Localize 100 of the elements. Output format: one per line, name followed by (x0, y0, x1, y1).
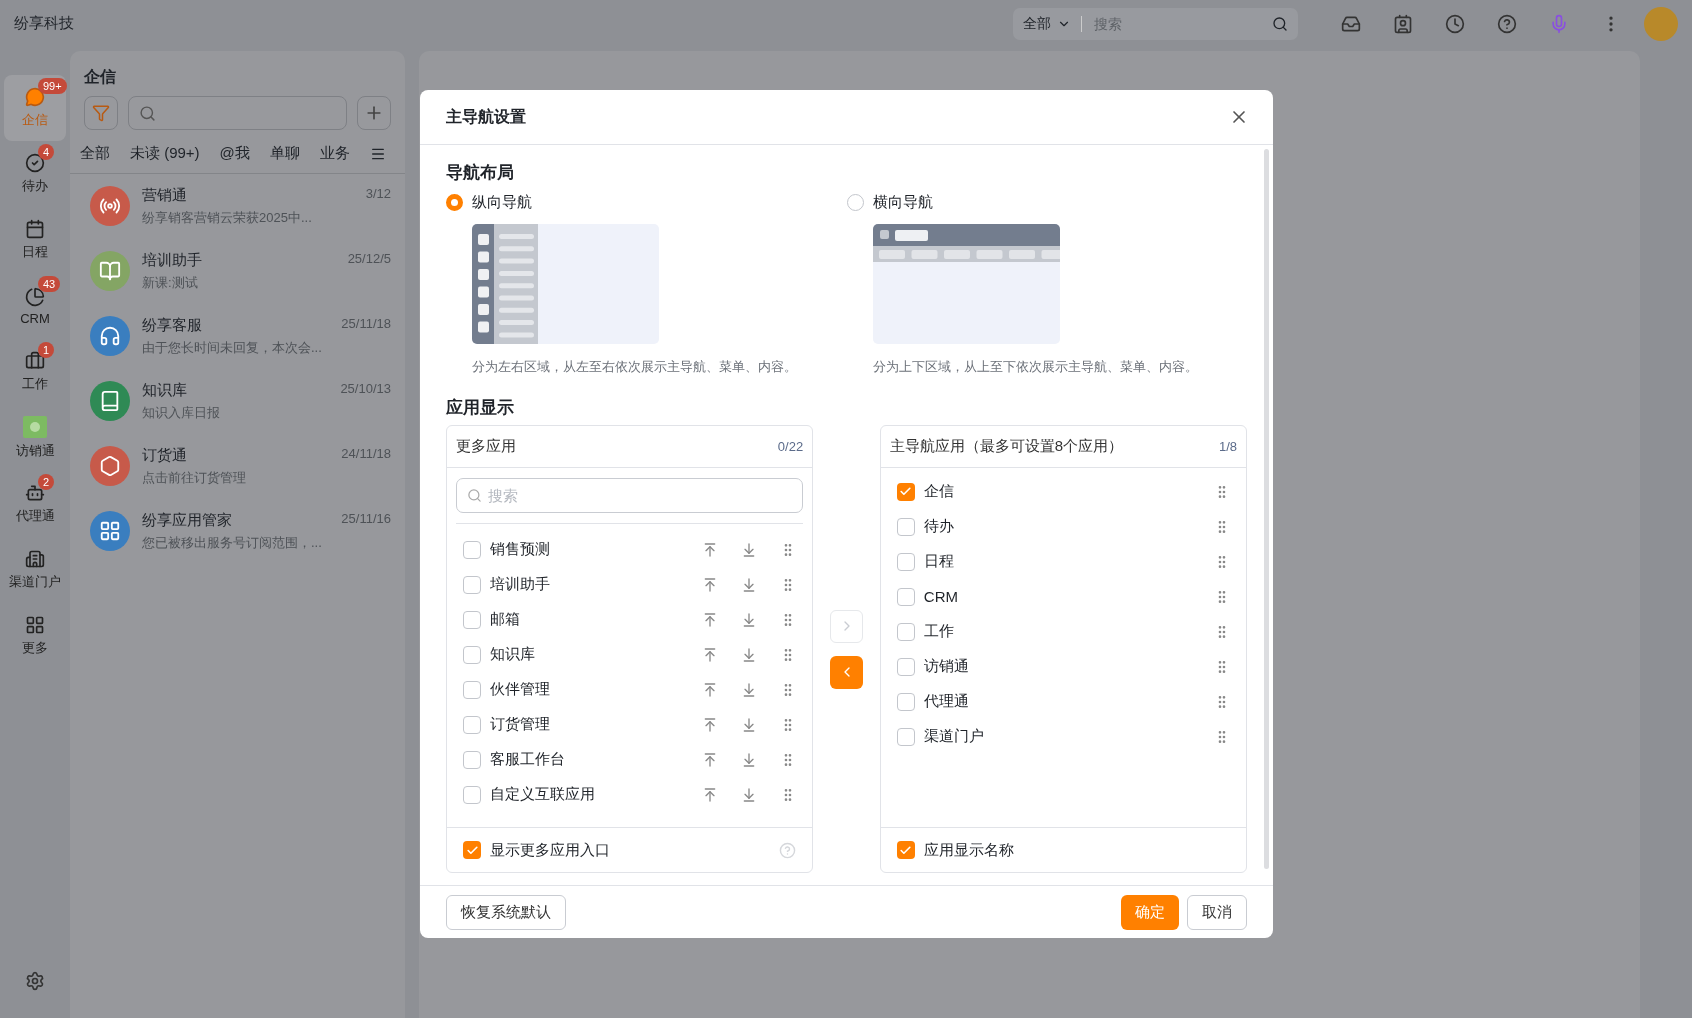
conversation-date: 25/10/13 (340, 381, 391, 398)
option-label[interactable]: 横向导航 (872, 192, 933, 212)
check-icon (465, 843, 479, 857)
checkbox[interactable] (896, 657, 915, 676)
message-preview: 点击前往订货管理 (142, 469, 247, 487)
nav-item[interactable]: CRM 43 (4, 273, 66, 339)
cancel-button[interactable]: 取消 (1187, 894, 1247, 930)
conversation-date: 25/12/5 (347, 251, 391, 268)
search-field[interactable]: 搜索 (456, 478, 804, 513)
filter-tab[interactable]: 单聊 (269, 144, 300, 163)
add-button[interactable] (357, 96, 391, 130)
checkbox[interactable] (896, 841, 915, 859)
search-icon (139, 104, 156, 122)
search-input[interactable]: 搜索 (488, 484, 793, 507)
app-label: 待办 (923, 517, 955, 536)
checkbox[interactable] (463, 575, 481, 594)
search-scope[interactable]: 全部 (1023, 14, 1051, 33)
checkbox[interactable] (463, 680, 481, 699)
check-icon (899, 485, 913, 498)
conversation-name[interactable]: 培训助手 (142, 251, 202, 270)
filter-tab[interactable]: 业务 (319, 144, 350, 163)
list-title: 主导航应用（最多可设置8个应用） (889, 437, 1124, 456)
checkbox[interactable] (896, 517, 915, 536)
conversation-name[interactable]: 营销通 (142, 186, 187, 205)
radio-button[interactable] (846, 193, 864, 211)
app-label: 客服工作台 (490, 750, 566, 769)
filter-tab[interactable]: 未读 (99+) (130, 144, 200, 163)
settings-icon[interactable] (24, 970, 46, 992)
message-preview: 纷享销客营销云荣获2025中... (142, 209, 313, 227)
checkbox[interactable] (463, 540, 481, 559)
app-label: 培训助手 (490, 575, 551, 594)
option-label[interactable]: 纵向导航 (472, 192, 532, 212)
message-preview: 知识入库日报 (142, 404, 221, 422)
checkbox[interactable] (463, 841, 481, 859)
nav-icon (25, 615, 45, 635)
clock-icon[interactable] (1444, 12, 1466, 35)
app-label: 自定义互联应用 (490, 785, 596, 804)
move-left-button[interactable] (830, 655, 863, 689)
nav-item[interactable]: 工作 1 (4, 339, 66, 405)
search-icon (467, 488, 482, 503)
contacts-icon[interactable] (1392, 12, 1414, 35)
check-icon (899, 843, 913, 857)
radio-button[interactable] (446, 193, 463, 211)
reset-button[interactable]: 恢复系统默认 (446, 894, 566, 930)
checkbox[interactable] (896, 552, 915, 571)
checkbox[interactable] (896, 692, 915, 711)
panel-title: 企信 (83, 67, 117, 87)
nav-item[interactable]: 日程 (4, 207, 66, 273)
conversation-name[interactable]: 纷享应用管家 (142, 511, 232, 530)
checkbox[interactable] (896, 622, 915, 641)
nav-item[interactable]: 待办 4 (4, 141, 66, 207)
nav-icon (25, 483, 45, 503)
conversation-name[interactable]: 订货通 (142, 446, 187, 465)
count: 0/22 (777, 439, 804, 454)
badge: 99+ (38, 78, 67, 94)
conversation-name[interactable]: 知识库 (142, 381, 187, 400)
nav-item[interactable]: 企信 99+ (4, 75, 66, 141)
option-description: 分为上下区域，从上至下依次展示主导航、菜单、内容。 (872, 358, 1199, 376)
filter-tab[interactable]: 全部 (80, 144, 110, 163)
checkbox[interactable] (463, 610, 481, 629)
company-name: 纷享科技 (14, 14, 75, 33)
checkbox[interactable] (463, 785, 481, 804)
option-description: 分为左右区域，从左至右依次展示主导航、菜单、内容。 (472, 358, 798, 376)
app-label: CRM (923, 588, 959, 605)
nav-item[interactable]: 代理通 2 (4, 471, 66, 537)
app-label: 日程 (923, 552, 955, 571)
scrollbar[interactable] (1264, 149, 1269, 869)
filter-button[interactable] (84, 96, 118, 130)
message-preview: 新课:测试 (142, 274, 199, 292)
app-label: 渠道门户 (923, 727, 985, 746)
section-title: 应用显示 (446, 397, 515, 419)
search-field[interactable]: 全部 搜索 (1013, 7, 1298, 40)
conversation-date: 25/11/16 (341, 511, 391, 528)
app-label: 伙伴管理 (490, 680, 551, 699)
checkbox[interactable] (896, 587, 915, 606)
nav-item[interactable]: 访销通 (4, 405, 66, 471)
count: 1/8 (1218, 439, 1237, 454)
checkbox[interactable] (896, 727, 915, 746)
message-preview: 由于您长时间未回复，本次会... (142, 339, 323, 357)
list-title: 更多应用 (456, 437, 516, 456)
badge: 4 (38, 144, 55, 160)
filter-tab[interactable]: @我 (219, 144, 250, 163)
conversation-date: 3/12 (365, 186, 391, 203)
badge: 2 (38, 474, 55, 490)
search-field[interactable] (128, 96, 347, 130)
conversation-name[interactable]: 纷享客服 (142, 316, 202, 335)
help-icon[interactable] (1496, 12, 1518, 35)
conversation-date: 24/11/18 (341, 446, 391, 463)
search-icon[interactable] (1272, 15, 1288, 32)
checkbox[interactable] (896, 482, 915, 501)
nav-icon (25, 87, 45, 107)
nav-icon (25, 219, 45, 239)
app-label: 知识库 (490, 645, 536, 664)
checkbox[interactable] (463, 715, 481, 734)
nav-item[interactable]: 渠道门户 (4, 537, 66, 603)
nav-item[interactable]: 更多 (4, 603, 66, 669)
checkbox[interactable] (463, 645, 481, 664)
app-label: 销售预测 (490, 540, 551, 559)
option-label: 应用显示名称 (923, 840, 1015, 860)
checkbox[interactable] (463, 750, 481, 769)
